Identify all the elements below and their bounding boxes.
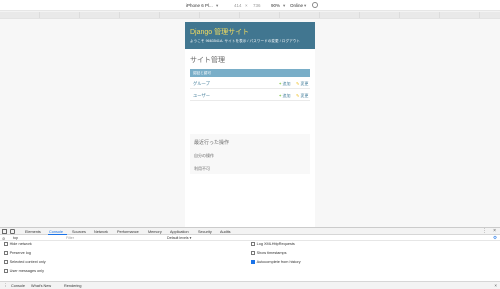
device-toolbar: iPhone 6 Pl... ▾ 414 × 736 90% ▾ Online …	[0, 0, 500, 11]
drawer-tab-console[interactable]: Console	[11, 284, 25, 288]
model-row-groups: グループ + 追加 ✎ 変更	[190, 77, 310, 89]
times-sign: ×	[245, 3, 248, 8]
tab-console[interactable]: Console	[49, 230, 63, 234]
checkbox-checked[interactable]	[251, 260, 255, 264]
site-title[interactable]: Django 管理サイト	[190, 27, 249, 37]
pencil-icon: ✎	[296, 93, 300, 98]
add-icon: +	[279, 93, 282, 98]
recent-actions-title: 最近行った操作	[194, 140, 230, 146]
drawer-tab-whats-new[interactable]: What's New	[31, 284, 51, 288]
page-title: サイト管理	[190, 57, 225, 64]
checkbox[interactable]	[4, 269, 8, 273]
model-link-users[interactable]: ユーザー	[193, 93, 210, 99]
log-levels-select[interactable]: Default levels ▾	[167, 236, 191, 240]
checkbox[interactable]	[4, 251, 8, 255]
none-available: 利用不可	[194, 166, 210, 171]
media-query-ruler[interactable]	[0, 11, 500, 19]
change-groups-link[interactable]: ✎ 変更	[296, 81, 308, 87]
drawer-tab-rendering[interactable]: Rendering	[64, 284, 82, 288]
recent-actions: 最近行った操作 自分の操作 利用不可	[190, 134, 310, 174]
emulated-page: Django 管理サイト ようこそ 9663541A. サイトを表示 / パスワ…	[185, 22, 315, 227]
gear-icon[interactable]: ⚙	[493, 235, 497, 241]
close-drawer-icon[interactable]: ×	[494, 283, 497, 288]
clear-console-icon[interactable]: ⊘	[2, 236, 5, 241]
drawer-menu-icon[interactable]: ⋮	[3, 283, 8, 289]
zoom-select[interactable]: 90%	[271, 3, 280, 8]
checkbox[interactable]	[4, 242, 8, 246]
checkbox[interactable]	[251, 251, 255, 255]
close-icon[interactable]: ×	[493, 228, 496, 234]
device-dropdown-icon[interactable]: ▾	[216, 3, 218, 9]
option-user-messages[interactable]: User messages only	[4, 269, 44, 273]
tab-sources[interactable]: Sources	[72, 230, 86, 234]
tab-audits[interactable]: Audits	[220, 230, 231, 234]
device-select[interactable]: iPhone 6 Pl...	[186, 3, 213, 8]
option-selected-context[interactable]: Selected context only	[4, 260, 46, 264]
inspect-icon[interactable]	[2, 229, 7, 234]
devtools-tabbar: Elements Console Sources Network Perform…	[0, 228, 500, 235]
device-toggle-icon[interactable]	[10, 229, 15, 234]
context-select[interactable]: top	[13, 236, 18, 240]
tab-network[interactable]: Network	[94, 230, 108, 234]
tab-memory[interactable]: Memory	[148, 230, 162, 234]
tab-elements[interactable]: Elements	[25, 230, 41, 234]
tab-security[interactable]: Security	[198, 230, 212, 234]
model-link-groups[interactable]: グループ	[193, 81, 210, 87]
more-options-icon[interactable]: ⋮	[482, 228, 487, 234]
add-groups-link[interactable]: + 追加	[279, 81, 290, 87]
pencil-icon: ✎	[296, 81, 300, 86]
console-filterbar: ⊘ top Filter Default levels ▾ ⚙	[0, 235, 500, 241]
add-icon: +	[279, 81, 282, 86]
option-hide-network[interactable]: Hide network	[4, 242, 32, 246]
height-input[interactable]: 736	[253, 3, 261, 8]
change-users-link[interactable]: ✎ 変更	[296, 93, 308, 99]
tab-performance[interactable]: Performance	[117, 230, 139, 234]
module-caption[interactable]: 認証と認可	[190, 69, 310, 77]
checkbox[interactable]	[4, 260, 8, 264]
model-row-users: ユーザー + 追加 ✎ 変更	[190, 89, 310, 101]
option-log-xhr[interactable]: Log XMLHttpRequests	[251, 242, 295, 246]
devtools-panel: Elements Console Sources Network Perform…	[0, 227, 500, 289]
network-dropdown-icon[interactable]: ▾	[304, 3, 306, 9]
zoom-dropdown-icon[interactable]: ▾	[283, 3, 285, 9]
add-users-link[interactable]: + 追加	[279, 93, 290, 99]
option-autocomplete-history[interactable]: Autocomplete from history	[251, 260, 301, 264]
rotate-icon[interactable]	[312, 2, 318, 8]
my-actions-heading: 自分の操作	[194, 153, 214, 158]
user-tools[interactable]: ようこそ 9663541A. サイトを表示 / パスワードの変更 / ログアウト	[190, 39, 300, 44]
option-show-timestamps[interactable]: Show timestamps	[251, 251, 287, 255]
filter-input[interactable]: Filter	[66, 236, 156, 241]
app-module-auth: 認証と認可 グループ + 追加 ✎ 変更 ユーザー + 追加 ✎ 変更	[190, 69, 310, 101]
network-select[interactable]: Online	[290, 3, 303, 8]
checkbox[interactable]	[251, 242, 255, 246]
width-input[interactable]: 414	[234, 3, 242, 8]
tab-application[interactable]: Application	[170, 230, 189, 234]
django-header: Django 管理サイト ようこそ 9663541A. サイトを表示 / パスワ…	[185, 22, 315, 49]
option-preserve-log[interactable]: Preserve log	[4, 251, 31, 255]
